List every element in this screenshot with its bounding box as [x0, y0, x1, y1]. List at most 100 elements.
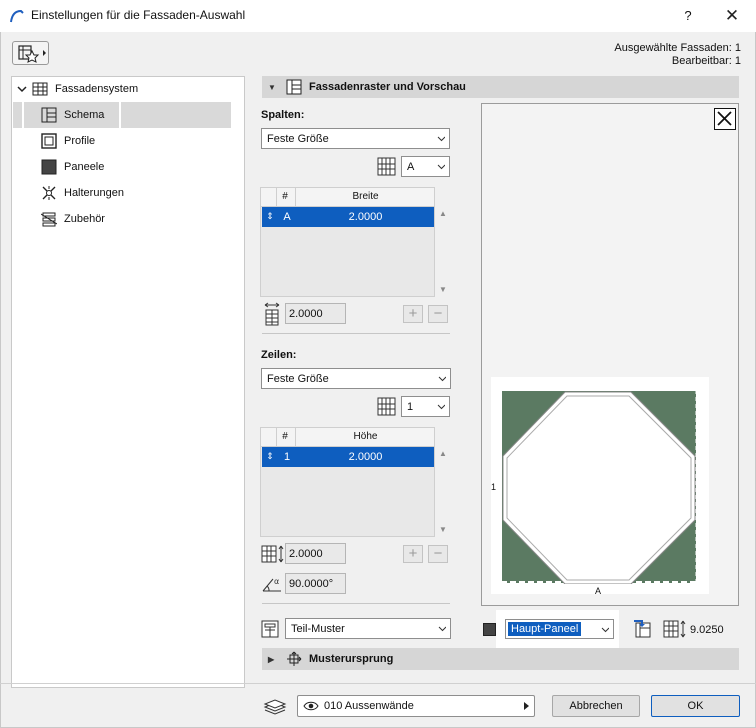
chevron-down-icon[interactable] — [17, 84, 27, 94]
scroll-down-icon[interactable]: ▼ — [438, 285, 448, 295]
accessory-icon — [41, 211, 57, 227]
add-row-button[interactable]: + — [403, 545, 423, 563]
row-height-field[interactable]: 2.0000 — [285, 543, 346, 564]
section-header-grid[interactable]: ▼ Fassadenraster und Vorschau — [262, 76, 739, 98]
tree-label-zubehoer: Zubehör — [64, 213, 105, 225]
panel-swatch-icon — [483, 623, 496, 636]
remove-column-button[interactable]: − — [428, 305, 448, 323]
column-width-value[interactable]: 2.0000 — [297, 211, 434, 223]
column-ref-value: A — [407, 160, 415, 173]
column-id: A — [283, 211, 291, 223]
tree-label-paneele: Paneele — [64, 161, 105, 173]
rows-mode-value: Feste Größe — [267, 372, 329, 385]
rows-mode-select[interactable]: Feste Größe — [261, 368, 451, 389]
favorites-button[interactable] — [12, 41, 49, 65]
origin-icon — [287, 651, 302, 666]
selection-info: Ausgewählte Fassaden: 1 Bearbeitbar: 1 — [560, 42, 741, 68]
row-header-height: Höhe — [353, 431, 378, 442]
profile-icon — [41, 133, 57, 149]
caret-right-icon — [524, 702, 529, 710]
chevron-down-icon — [438, 376, 446, 382]
row-header-index: # — [282, 431, 288, 442]
layer-value: 010 Aussenwände — [324, 700, 414, 712]
chevron-right-icon[interactable]: ▶ — [268, 655, 280, 664]
columns-table[interactable]: # Breite ⇕ A 2.0000 — [260, 187, 435, 297]
row-ref-value: 1 — [407, 400, 414, 413]
row-height-value[interactable]: 2.0000 — [297, 451, 434, 463]
scroll-down-icon[interactable]: ▼ — [438, 525, 448, 535]
preview-row-label: 1 — [491, 482, 497, 492]
bracket-icon — [41, 185, 57, 201]
total-height-value: 9.0250 — [690, 624, 724, 636]
angle-icon: α — [262, 577, 281, 592]
ok-button[interactable]: OK — [651, 695, 740, 717]
panel-type-value: Haupt-Paneel — [508, 622, 582, 636]
total-height-icon — [663, 620, 686, 638]
drag-handle-icon[interactable]: ⇕ — [264, 211, 276, 222]
column-width-field[interactable]: 2.0000 — [285, 303, 346, 324]
remove-row-button[interactable]: − — [428, 545, 448, 563]
section-title-origin: Musterursprung — [309, 653, 394, 665]
columns-mode-select[interactable]: Feste Größe — [261, 128, 450, 149]
chevron-down-icon — [437, 164, 445, 170]
tree-item-profile[interactable]: Profile — [41, 129, 95, 153]
col-header-width: Breite — [352, 191, 379, 202]
selected-count: Ausgewählte Fassaden: 1 — [614, 42, 741, 54]
apply-panel-button[interactable] — [632, 619, 654, 639]
rows-label: Zeilen: — [261, 349, 297, 361]
rows-table-header: # Höhe — [261, 428, 434, 447]
drag-handle-icon[interactable]: ⇕ — [264, 451, 276, 462]
tree-item-paneele[interactable]: Paneele — [41, 155, 104, 179]
close-button[interactable]: ✕ — [716, 4, 748, 28]
scroll-up-icon[interactable]: ▲ — [438, 449, 448, 459]
preview-column-label: A — [595, 586, 602, 596]
svg-text:α: α — [274, 577, 279, 586]
column-width-icon — [264, 302, 280, 326]
tree-item-halterungen[interactable]: Halterungen — [41, 181, 124, 205]
tree-label-profile: Profile — [64, 135, 96, 147]
preview-reset-button[interactable] — [714, 108, 736, 130]
layer-select[interactable]: 010 Aussenwände — [297, 695, 535, 717]
row-grid-icon — [377, 397, 396, 416]
chevron-down-icon[interactable]: ▼ — [268, 83, 280, 92]
column-grid-icon — [377, 157, 396, 176]
row-ref-select[interactable]: 1 — [401, 396, 450, 417]
footer-divider — [0, 683, 756, 684]
panel-icon — [41, 159, 57, 175]
panel-type-select[interactable]: Haupt-Paneel — [505, 619, 614, 639]
tree-item-zubehoer[interactable]: Zubehör — [41, 207, 105, 231]
help-button[interactable]: ? — [676, 5, 700, 27]
scroll-up-icon[interactable]: ▲ — [438, 209, 448, 219]
curtain-wall-icon — [32, 81, 48, 97]
row-height-icon — [261, 545, 284, 563]
favorites-icon — [18, 45, 46, 63]
table-row[interactable]: ⇕ 1 2.0000 — [262, 447, 434, 467]
editable-count: Bearbeitbar: 1 — [671, 55, 741, 67]
rows-table[interactable]: # Höhe ⇕ 1 2.0000 — [260, 427, 435, 537]
columns-table-header: # Breite — [261, 188, 434, 207]
cancel-button[interactable]: Abbrechen — [552, 695, 640, 717]
columns-mode-value: Feste Größe — [267, 132, 329, 145]
apply-icon — [634, 620, 651, 638]
grid-preview-icon — [286, 79, 302, 95]
panel-preview-drawing — [501, 390, 697, 584]
pattern-icon — [261, 620, 279, 638]
pattern-mode-select[interactable]: Teil-Muster — [285, 618, 451, 639]
close-icon — [717, 111, 732, 126]
chevron-down-icon — [438, 626, 446, 632]
section-header-origin[interactable]: ▶ Musterursprung — [262, 648, 739, 670]
chevron-down-icon — [437, 404, 445, 410]
app-logo-icon — [10, 9, 24, 23]
pattern-mode-value: Teil-Muster — [291, 622, 345, 635]
eye-icon — [303, 701, 319, 711]
divider — [262, 603, 450, 604]
column-ref-select[interactable]: A — [401, 156, 450, 177]
angle-field[interactable]: 90.0000° — [285, 573, 346, 594]
tree-label-fassadensystem: Fassadensystem — [55, 83, 139, 95]
section-title-grid: Fassadenraster und Vorschau — [309, 81, 466, 93]
add-column-button[interactable]: + — [403, 305, 423, 323]
table-row[interactable]: ⇕ A 2.0000 — [262, 207, 434, 227]
columns-label: Spalten: — [261, 109, 305, 121]
chevron-down-icon — [437, 136, 445, 142]
row-id: 1 — [283, 451, 291, 463]
